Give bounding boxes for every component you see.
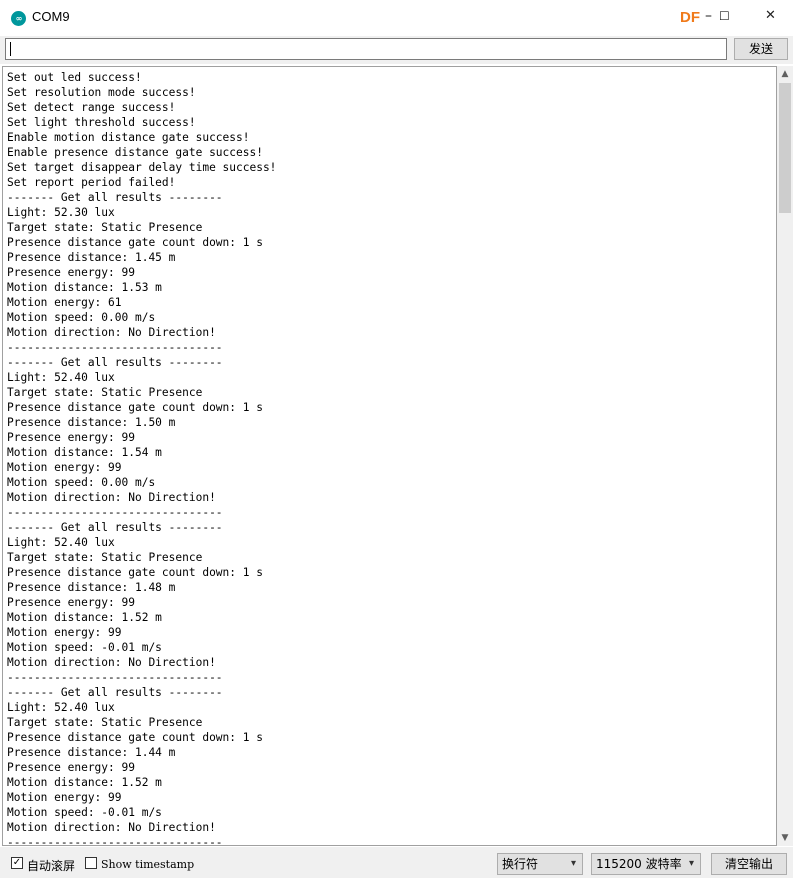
scroll-thumb[interactable] — [779, 83, 791, 213]
output-line: Set report period failed! — [7, 176, 176, 189]
output-line: Target state: Static Presence — [7, 386, 203, 399]
close-button[interactable]: ✕ — [765, 8, 776, 23]
window-title: COM9 — [32, 9, 70, 24]
output-line: Presence energy: 99 — [7, 596, 135, 609]
output-line: ------- Get all results -------- — [7, 191, 223, 204]
output-line: Motion speed: 0.00 m/s — [7, 311, 156, 324]
output-line: Presence distance: 1.48 m — [7, 581, 176, 594]
df-watermark-logo: DF — [680, 9, 700, 26]
output-line: Presence distance gate count down: 1 s — [7, 731, 263, 744]
scroll-down-arrow-icon[interactable]: ▼ — [777, 830, 793, 846]
autoscroll-label: 自动滚屏 — [27, 859, 76, 873]
timestamp-checkbox[interactable] — [85, 857, 97, 869]
output-line: Motion energy: 99 — [7, 626, 122, 639]
output-line: -------------------------------- — [7, 506, 223, 519]
output-line: Presence energy: 99 — [7, 266, 135, 279]
output-line: Presence energy: 99 — [7, 761, 135, 774]
output-line: ------- Get all results -------- — [7, 356, 223, 369]
output-line: Presence distance gate count down: 1 s — [7, 236, 263, 249]
output-line: Presence distance: 1.45 m — [7, 251, 176, 264]
send-button[interactable]: 发送 — [734, 38, 788, 60]
output-line: ------- Get all results -------- — [7, 521, 223, 534]
timestamp-label: Show timestamp — [101, 858, 195, 871]
output-line: Target state: Static Presence — [7, 716, 203, 729]
output-line: Presence distance gate count down: 1 s — [7, 566, 263, 579]
output-line: Presence energy: 99 — [7, 431, 135, 444]
output-line: Light: 52.40 lux — [7, 701, 115, 714]
output-line: Light: 52.40 lux — [7, 536, 115, 549]
serial-send-input[interactable] — [5, 38, 727, 60]
output-line: Motion direction: No Direction! — [7, 821, 216, 834]
output-line: Target state: Static Presence — [7, 221, 203, 234]
output-line: Motion energy: 99 — [7, 791, 122, 804]
output-line: Motion distance: 1.52 m — [7, 776, 162, 789]
output-line: Motion speed: -0.01 m/s — [7, 641, 162, 654]
clear-output-button[interactable]: 清空输出 — [711, 853, 787, 875]
vertical-scrollbar[interactable]: ▲ ▼ — [777, 66, 793, 846]
output-line: -------------------------------- — [7, 341, 223, 354]
output-line: Motion energy: 61 — [7, 296, 122, 309]
baud-rate-value: 115200 波特率 — [596, 857, 682, 871]
output-line: Presence distance: 1.50 m — [7, 416, 176, 429]
output-line: Motion direction: No Direction! — [7, 326, 216, 339]
output-line: Set out led success! — [7, 71, 142, 84]
minimize-button[interactable]: – — [705, 8, 712, 24]
arduino-icon: ∞ — [11, 11, 26, 26]
output-line: Motion energy: 99 — [7, 461, 122, 474]
output-line: Enable presence distance gate success! — [7, 146, 263, 159]
output-line: Presence distance gate count down: 1 s — [7, 401, 263, 414]
autoscroll-checkbox[interactable]: ✓ — [11, 857, 23, 869]
output-line: -------------------------------- — [7, 671, 223, 684]
output-line: Set detect range success! — [7, 101, 176, 114]
output-line: Set resolution mode success! — [7, 86, 196, 99]
serial-output-area[interactable]: Set out led success! Set resolution mode … — [2, 66, 777, 846]
scroll-up-arrow-icon[interactable]: ▲ — [777, 66, 793, 82]
line-ending-value: 换行符 — [502, 857, 539, 871]
chevron-down-icon: ▾ — [570, 858, 576, 869]
chevron-down-icon: ▾ — [688, 858, 694, 869]
output-line: Motion direction: No Direction! — [7, 656, 216, 669]
maximize-button[interactable]: ☐ — [719, 9, 730, 23]
output-line: Light: 52.30 lux — [7, 206, 115, 219]
output-line: ------- Get all results -------- — [7, 686, 223, 699]
output-line: Motion speed: 0.00 m/s — [7, 476, 156, 489]
output-line: Motion speed: -0.01 m/s — [7, 806, 162, 819]
line-ending-select[interactable]: 换行符 ▾ — [497, 853, 583, 875]
output-line: Light: 52.40 lux — [7, 371, 115, 384]
output-line: Motion direction: No Direction! — [7, 491, 216, 504]
checkmark-icon: ✓ — [12, 857, 22, 868]
title-bar: ∞ COM9 DF – ☐ ✕ — [0, 0, 793, 36]
text-caret — [10, 42, 11, 56]
output-line: Presence distance: 1.44 m — [7, 746, 176, 759]
output-line: Set light threshold success! — [7, 116, 196, 129]
baud-rate-select[interactable]: 115200 波特率 ▾ — [591, 853, 701, 875]
output-line: Enable motion distance gate success! — [7, 131, 250, 144]
output-line: Motion distance: 1.52 m — [7, 611, 162, 624]
output-line: Motion distance: 1.53 m — [7, 281, 162, 294]
output-line: Set target disappear delay time success! — [7, 161, 277, 174]
output-line: Target state: Static Presence — [7, 551, 203, 564]
output-line: Motion distance: 1.54 m — [7, 446, 162, 459]
output-line: -------------------------------- — [7, 836, 223, 846]
